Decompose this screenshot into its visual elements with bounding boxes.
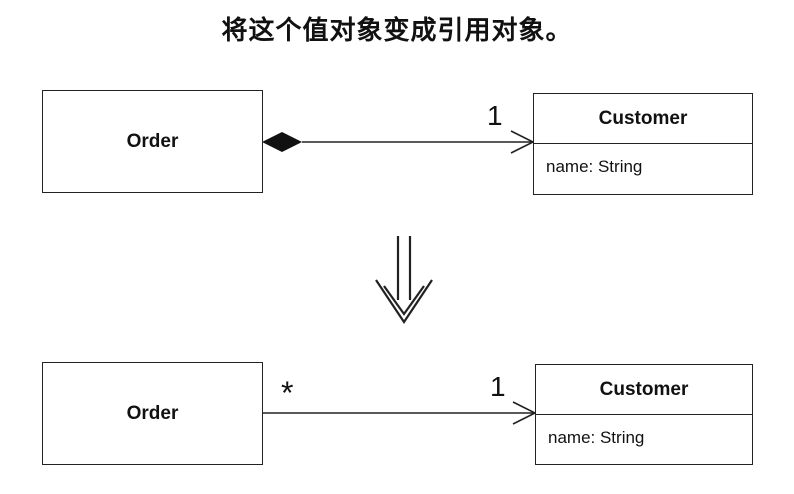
composition-diamond: [262, 132, 302, 152]
customer-class-name: Customer: [534, 94, 752, 144]
customer-attribute: name: String: [546, 157, 643, 176]
multiplicity-customer-after: 1: [490, 371, 506, 402]
customer-attribute: name: String: [548, 428, 645, 447]
customer-class-after: Customer name: String: [535, 364, 753, 465]
double-down-arrow-icon: [375, 236, 433, 324]
order-class-name: Order: [126, 130, 179, 152]
order-class-after: Order: [42, 362, 263, 465]
multiplicity-order-after: *: [281, 375, 294, 411]
order-class-name: Order: [126, 402, 179, 424]
customer-class-before: Customer name: String: [533, 93, 753, 195]
multiplicity-customer-before: 1: [487, 100, 503, 131]
customer-class-name: Customer: [536, 365, 752, 415]
order-class-before: Order: [42, 90, 263, 193]
